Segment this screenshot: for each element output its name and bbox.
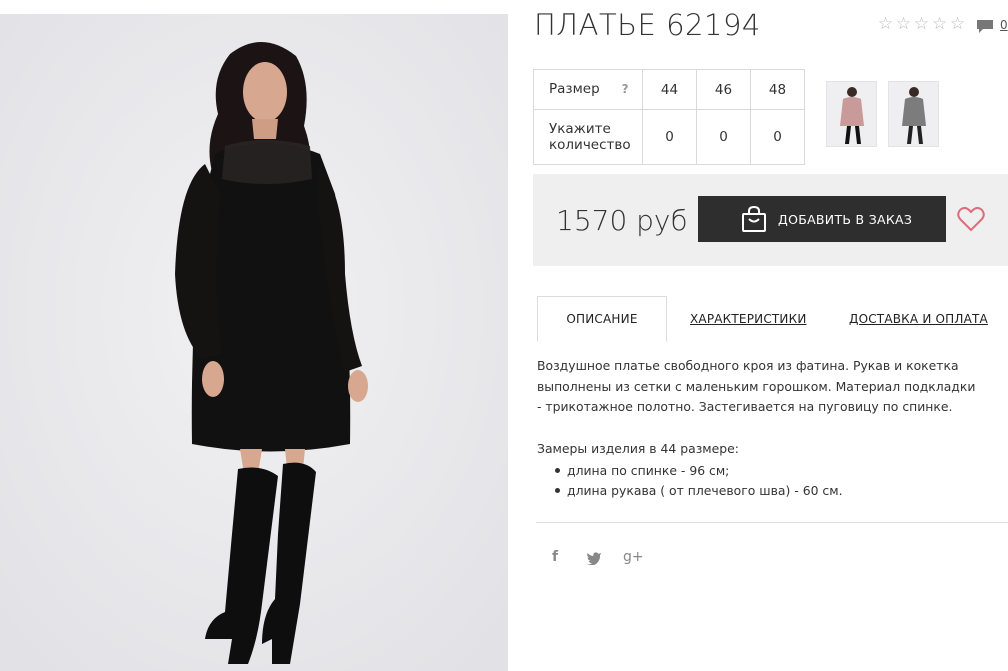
list-item: длина рукава ( от плечевого шва) - 60 см… xyxy=(553,481,843,501)
comment-count-link[interactable]: 0 xyxy=(1000,18,1008,32)
price-bar: 1570 руб ДОБАВИТЬ В ЗАКАЗ xyxy=(533,174,1008,266)
quantity-label-cell: Укажите количество xyxy=(533,109,643,165)
quantity-input-48[interactable]: 0 xyxy=(750,109,805,165)
add-to-order-label: ДОБАВИТЬ В ЗАКАЗ xyxy=(778,211,913,227)
thumbnail-image xyxy=(827,82,876,146)
size-label-cell: Размер? xyxy=(533,69,643,110)
tab-delivery-payment[interactable]: ДОСТАВКА И ОПЛАТА xyxy=(849,296,988,342)
product-description: Воздушное платье свободного кроя из фати… xyxy=(537,358,976,414)
google-plus-icon[interactable]: g+ xyxy=(623,549,644,565)
tab-characteristics[interactable]: ХАРАКТЕРИСТИКИ xyxy=(690,296,807,342)
size-option-46[interactable]: 46 xyxy=(696,69,751,110)
color-thumbnail-pink[interactable] xyxy=(826,81,877,147)
comment-icon[interactable] xyxy=(976,19,994,34)
star-icon[interactable]: ☆ xyxy=(913,16,930,33)
product-price: 1570 руб xyxy=(556,204,688,237)
thumbnail-image xyxy=(889,82,938,146)
shopping-bag-icon xyxy=(742,205,766,232)
quantity-label-line2: количество xyxy=(549,137,631,153)
twitter-icon[interactable] xyxy=(586,551,602,565)
size-quantity-table: Размер? 44 46 48 Укажите количество 0 0 … xyxy=(533,69,805,165)
size-label: Размер xyxy=(549,81,600,98)
star-icon[interactable]: ☆ xyxy=(895,16,912,33)
dress-photo-illustration xyxy=(0,14,508,671)
star-icon[interactable]: ☆ xyxy=(931,16,948,33)
divider xyxy=(536,522,1008,523)
color-thumbnail-grey[interactable] xyxy=(888,81,939,147)
heart-icon[interactable] xyxy=(957,206,985,232)
quantity-input-44[interactable]: 0 xyxy=(642,109,697,165)
size-help-icon[interactable]: ? xyxy=(622,82,629,96)
star-icon[interactable]: ☆ xyxy=(949,16,966,33)
product-main-image[interactable] xyxy=(0,14,508,671)
rating-stars[interactable]: ☆ ☆ ☆ ☆ ☆ xyxy=(877,16,966,33)
add-to-order-button[interactable]: ДОБАВИТЬ В ЗАКАЗ xyxy=(698,196,946,242)
star-icon[interactable]: ☆ xyxy=(877,16,894,33)
size-option-44[interactable]: 44 xyxy=(642,69,697,110)
facebook-icon[interactable]: f xyxy=(552,549,558,565)
product-tabs: ОПИСАНИЕ ХАРАКТЕРИСТИКИ ДОСТАВКА И ОПЛАТ… xyxy=(537,296,1008,342)
tab-description[interactable]: ОПИСАНИЕ xyxy=(537,296,667,342)
size-option-48[interactable]: 48 xyxy=(750,69,805,110)
measures-title: Замеры изделия в 44 размере: xyxy=(537,441,739,456)
list-item: длина по спинке - 96 см; xyxy=(553,461,843,481)
product-title: ПЛАТЬЕ 62194 xyxy=(534,8,761,42)
measures-list: длина по спинке - 96 см; длина рукава ( … xyxy=(553,461,843,501)
quantity-input-46[interactable]: 0 xyxy=(696,109,751,165)
quantity-label-line1: Укажите xyxy=(549,120,611,137)
